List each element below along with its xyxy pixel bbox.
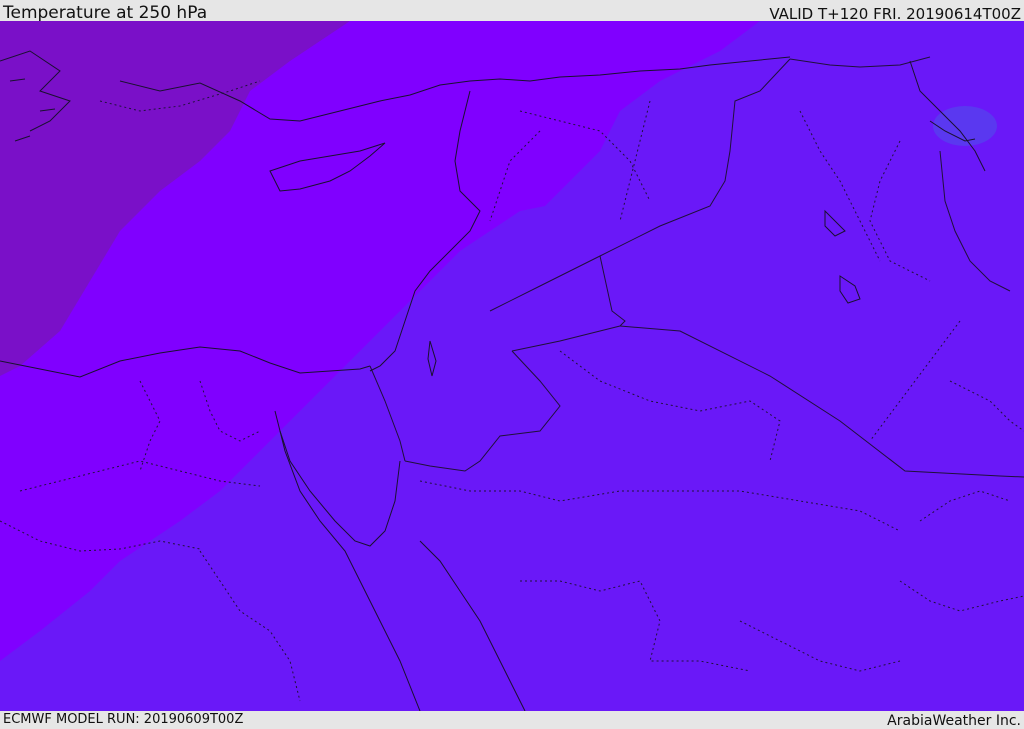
footer-bar: ECMWF MODEL RUN: 20190609T00Z ArabiaWeat… [0, 711, 1024, 729]
weather-map [0, 21, 1024, 711]
temperature-map-svg [0, 21, 1024, 711]
header-bar: Temperature at 250 hPa VALID T+120 FRI. … [0, 0, 1024, 23]
temperature-cold-spot [933, 106, 997, 146]
map-title: Temperature at 250 hPa [3, 3, 208, 23]
credit: ArabiaWeather Inc. [887, 713, 1021, 729]
model-run: ECMWF MODEL RUN: 20190609T00Z [3, 712, 244, 727]
